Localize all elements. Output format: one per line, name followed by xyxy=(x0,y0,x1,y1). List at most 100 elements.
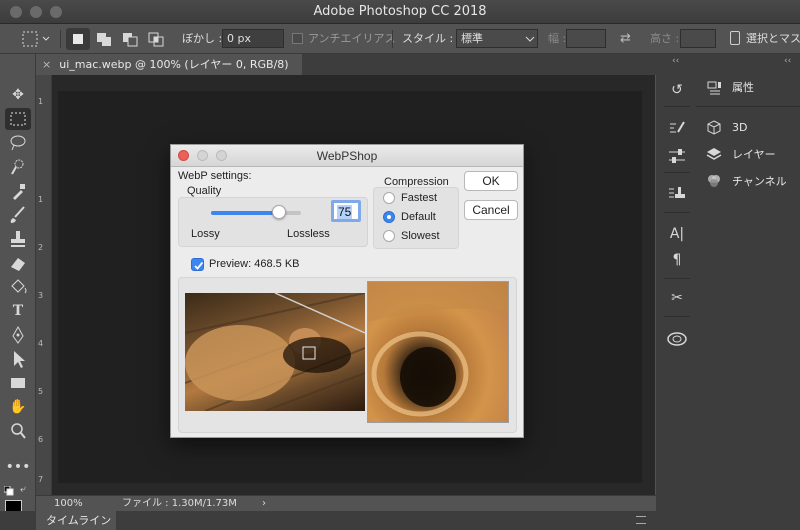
height-label: 高さ : xyxy=(650,32,680,45)
chevron-down-icon xyxy=(525,36,535,42)
zoom-level[interactable]: 100% xyxy=(54,496,83,511)
preview-zoomed-image[interactable] xyxy=(367,281,509,423)
clone-stamp-tool-icon[interactable] xyxy=(5,228,31,250)
ruler-number: 4 xyxy=(38,339,44,348)
preview-checkbox[interactable] xyxy=(191,258,204,271)
clone-source-panel-icon[interactable] xyxy=(664,184,690,204)
eyedropper-tool-icon[interactable] xyxy=(5,180,31,202)
swap-dimensions-icon[interactable]: ⇄ xyxy=(620,30,636,48)
feather-input[interactable]: 0 px xyxy=(222,29,284,48)
height-input[interactable] xyxy=(680,29,716,48)
quality-slider-knob[interactable] xyxy=(271,205,286,219)
history-panel-icon[interactable]: ↺ xyxy=(664,80,690,100)
properties-panel-tab[interactable]: 属性 xyxy=(732,78,754,98)
3d-panel-tab[interactable]: 3D xyxy=(732,118,747,138)
status-bar: 100% ファイル : 1.30M/1.73M › xyxy=(36,495,656,511)
zoom-tool-icon[interactable] xyxy=(5,420,31,442)
separator xyxy=(664,212,690,213)
cancel-button[interactable]: Cancel xyxy=(464,200,518,220)
separator xyxy=(696,106,800,107)
tool-presets-panel-icon[interactable]: ✂ xyxy=(664,288,690,308)
checkmark-icon xyxy=(194,261,204,270)
properties-panel-icon xyxy=(706,80,722,96)
subtract-selection-button[interactable] xyxy=(118,28,142,50)
add-selection-button[interactable] xyxy=(92,28,116,50)
preview-thumbnail-image[interactable] xyxy=(185,293,365,411)
ruler-number: 3 xyxy=(38,291,44,300)
webp-settings-label: WebP settings: xyxy=(178,170,252,182)
adjustments-panel-icon[interactable] xyxy=(664,146,690,166)
quality-value-input[interactable]: 75 xyxy=(331,200,361,222)
quality-slider-fill xyxy=(211,211,279,215)
preview-label: Preview: 468.5 KB xyxy=(209,258,300,270)
radio-default[interactable] xyxy=(383,211,395,223)
layers-panel-tab[interactable]: レイヤー xyxy=(732,145,776,165)
paint-bucket-tool-icon[interactable] xyxy=(5,276,31,298)
type-tool-icon[interactable]: T xyxy=(5,300,31,322)
status-menu-arrow[interactable]: › xyxy=(262,496,266,511)
paragraph-panel-icon[interactable]: ¶ xyxy=(664,250,690,270)
libraries-panel-icon[interactable] xyxy=(664,328,690,348)
quality-slider-track[interactable] xyxy=(211,205,301,219)
more-tools-icon[interactable]: ••• xyxy=(5,456,31,478)
radio-slowest[interactable] xyxy=(383,230,395,242)
width-label: 幅 : xyxy=(548,32,567,45)
hand-tool-icon[interactable]: ✋ xyxy=(5,396,31,418)
close-tab-icon[interactable]: × xyxy=(42,58,51,71)
select-and-mask-button[interactable]: 選択とマス xyxy=(746,24,800,54)
move-tool-icon[interactable]: ✥ xyxy=(5,84,31,106)
ruler-number: 1 xyxy=(38,97,44,106)
antialias-checkbox[interactable] xyxy=(292,33,303,44)
options-bar: ぼかし : 0 px アンチエイリアス スタイル : 標準 幅 : ⇄ 高さ :… xyxy=(0,24,800,54)
quick-selection-tool-icon[interactable] xyxy=(5,156,31,178)
brush-settings-panel-icon[interactable] xyxy=(664,118,690,138)
default-colors-icon[interactable] xyxy=(3,485,14,496)
panel-menu-icon[interactable] xyxy=(636,516,646,524)
radio-slowest-label: Slowest xyxy=(401,230,440,242)
separator xyxy=(60,30,61,48)
separator xyxy=(664,316,690,317)
lasso-tool-icon[interactable] xyxy=(5,132,31,154)
vertical-ruler: 1 1 2 3 4 5 6 7 xyxy=(36,75,52,495)
radio-default-label: Default xyxy=(401,211,436,223)
dialog-title: WebPShop xyxy=(316,149,378,163)
subtract-selection-icon xyxy=(123,33,138,47)
intersect-selection-button[interactable] xyxy=(144,28,168,50)
add-selection-icon xyxy=(97,33,111,46)
document-tab[interactable]: × ui_mac.webp @ 100% (レイヤー 0, RGB/8) xyxy=(36,54,302,75)
pen-tool-icon[interactable] xyxy=(5,324,31,346)
layers-panel-icon xyxy=(706,146,722,162)
cat-photo-thumbnail xyxy=(185,293,365,411)
ruler-number: 5 xyxy=(38,387,44,396)
rectangle-tool-icon[interactable] xyxy=(5,372,31,394)
ok-button[interactable]: OK xyxy=(464,171,518,191)
separator xyxy=(664,172,690,173)
cat-photo-zoom xyxy=(368,282,508,417)
3d-panel-icon xyxy=(706,120,722,136)
ruler-number: 6 xyxy=(38,435,44,444)
style-select-value: 標準 xyxy=(461,32,483,45)
channels-panel-tab[interactable]: チャンネル xyxy=(732,172,787,192)
path-selection-tool-icon[interactable] xyxy=(5,348,31,370)
feather-label: ぼかし : xyxy=(182,32,223,45)
timeline-tab[interactable]: タイムライン xyxy=(36,511,116,530)
file-size-info: ファイル : 1.30M/1.73M xyxy=(122,498,237,509)
swap-colors-icon[interactable]: ⤶ xyxy=(20,484,32,496)
width-input[interactable] xyxy=(566,29,606,48)
radio-fastest[interactable] xyxy=(383,192,395,204)
character-panel-icon[interactable]: A| xyxy=(664,224,690,244)
ruler-number: 1 xyxy=(38,195,44,204)
style-label: スタイル : xyxy=(402,32,454,45)
collapse-panels-icon[interactable]: ‹‹ xyxy=(672,56,688,68)
collapse-panel-column-icon[interactable]: ‹‹ xyxy=(784,56,798,68)
ruler-number: 7 xyxy=(38,475,44,484)
eraser-tool-icon[interactable] xyxy=(5,252,31,274)
channels-panel-icon xyxy=(706,173,722,189)
brush-tool-icon[interactable] xyxy=(5,204,31,226)
style-select[interactable]: 標準 xyxy=(456,29,538,48)
new-selection-button[interactable] xyxy=(66,28,90,50)
lossless-label: Lossless xyxy=(287,228,330,240)
marquee-preset-button[interactable] xyxy=(18,28,54,50)
intersect-selection-icon xyxy=(148,32,164,47)
rectangular-marquee-tool-icon[interactable] xyxy=(5,108,31,130)
